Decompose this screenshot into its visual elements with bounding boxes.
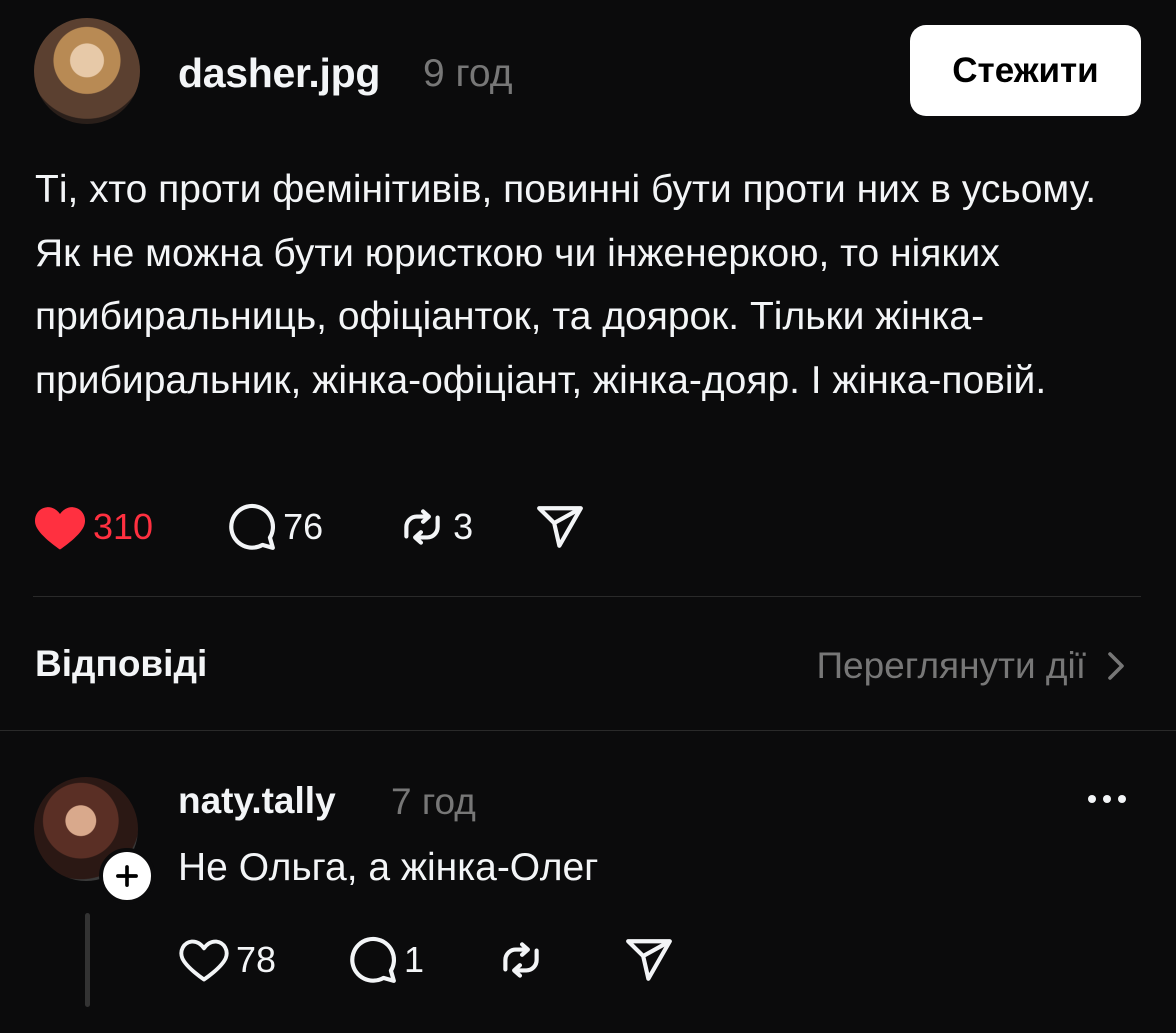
comment-count: 76 [283, 506, 324, 547]
repost-count: 3 [453, 506, 474, 547]
thread-line [85, 913, 90, 1007]
reply-text: Не Ольга, а жінка-Олег [178, 846, 599, 889]
comment-button[interactable]: 76 [227, 502, 323, 552]
reply-like-button[interactable]: 78 [178, 935, 276, 985]
view-activity-label: Переглянути дії [816, 645, 1086, 686]
reply-comment-count: 1 [404, 939, 425, 980]
like-count: 310 [93, 506, 154, 547]
post-time: 9 год [423, 52, 513, 95]
section-divider [0, 730, 1176, 731]
share-button[interactable] [535, 502, 585, 552]
post-text: Ті, хто проти фемінітивів, повинні бути … [35, 168, 1097, 402]
comment-icon [350, 936, 397, 983]
reply-like-count: 78 [236, 939, 277, 980]
more-options-button[interactable] [1082, 780, 1132, 818]
repost-icon [503, 942, 539, 978]
post-actions: 310 76 3 [33, 497, 585, 557]
reply-comment-button[interactable]: 1 [348, 935, 424, 985]
view-activity-link[interactable]: Переглянути дії [816, 645, 1126, 687]
comment-icon [229, 503, 276, 550]
reply-time: 7 год [391, 781, 476, 822]
reply-actions: 78 1 [178, 930, 674, 990]
reply-repost-button[interactable] [496, 935, 546, 985]
repost-icon [404, 509, 440, 545]
replies-heading: Відповіді [35, 643, 208, 684]
heart-filled-icon [34, 507, 86, 550]
follow-button[interactable]: Стежити [910, 25, 1141, 116]
share-icon [626, 939, 672, 981]
follow-badge[interactable] [99, 848, 155, 904]
divider [33, 596, 1141, 597]
plus-icon [116, 865, 138, 887]
heart-outline-icon [179, 939, 229, 982]
repost-button[interactable]: 3 [397, 502, 473, 552]
chevron-right-icon [1108, 652, 1124, 680]
post-avatar[interactable] [34, 18, 140, 124]
share-icon [537, 506, 584, 548]
reply-username[interactable]: naty.tally [178, 780, 336, 822]
reply-share-button[interactable] [624, 935, 674, 985]
more-icon [1088, 795, 1126, 803]
like-button[interactable]: 310 [33, 502, 153, 552]
post-username[interactable]: dasher.jpg [178, 50, 380, 97]
